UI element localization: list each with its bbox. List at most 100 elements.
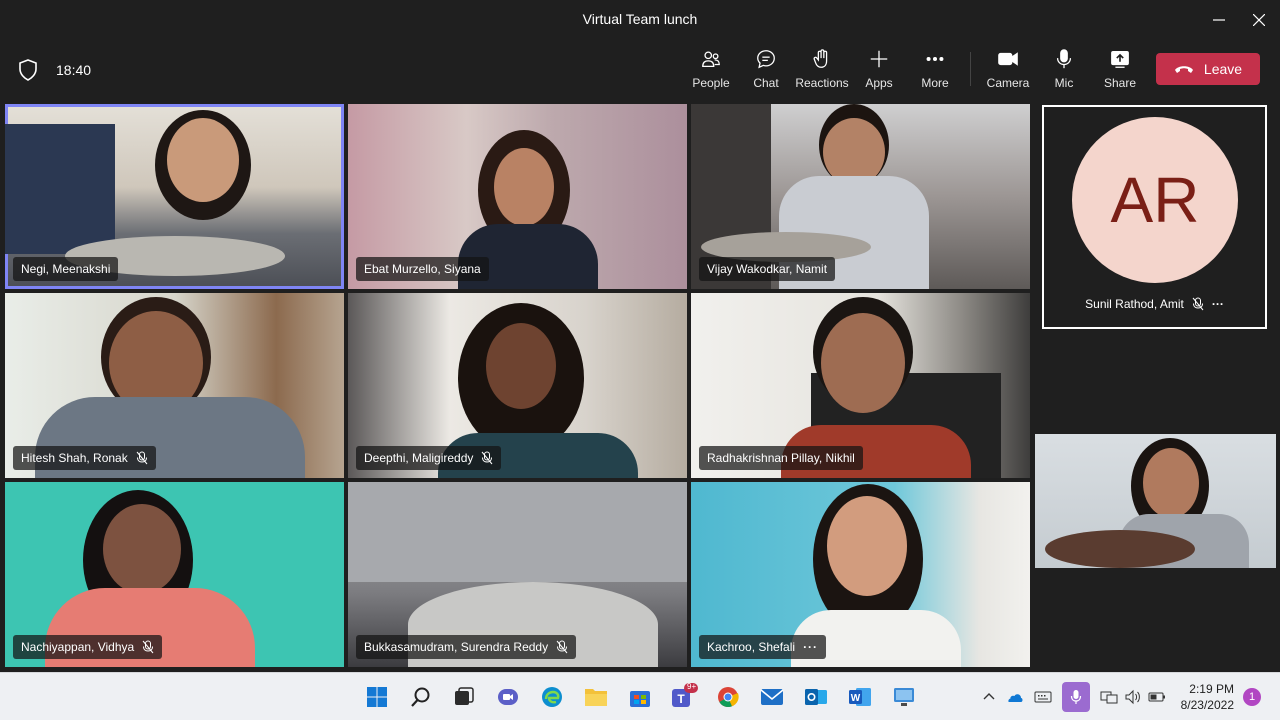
microphone-icon [1070,690,1082,704]
windows-start-icon [367,687,387,707]
participant-name: Bukkasamudram, Surendra Reddy [364,640,549,654]
plus-icon [870,50,888,68]
participant-name: Negi, Meenakshi [21,262,111,276]
food-plate [1045,530,1195,568]
teams-meeting-window: Virtual Team lunch 18:40 People Chat Rea… [0,0,1280,720]
more-button[interactable]: More [905,48,965,96]
participant-name: Radhakrishnan Pillay, Nikhil [707,451,855,465]
video-face [821,313,905,413]
hang-up-icon [1174,66,1193,73]
search-button[interactable] [407,683,435,711]
participant-name-pill: Nachiyappan, Vidhya [13,635,163,659]
mic-in-use-indicator[interactable] [1062,682,1090,712]
video-face [494,148,554,226]
video-tile[interactable]: Ebat Murzello, Siyana [348,104,687,289]
participant-name-pill: Kachroo, Shefali ··· [699,635,827,659]
share-screen-icon [1111,51,1129,68]
people-button[interactable]: People [681,48,741,96]
apps-button[interactable]: Apps [849,48,909,96]
folder-icon [585,689,607,706]
people-icon [702,51,720,67]
reactions-button[interactable]: Reactions [792,48,852,96]
reactions-label: Reactions [795,76,849,90]
participant-name: Deepthi, Maligireddy [364,451,474,465]
video-tile[interactable]: Bukkasamudram, Surendra Reddy [348,482,687,667]
avatar-participant-tile[interactable]: AR Sunil Rathod, Amit ··· [1042,105,1267,329]
video-face [486,323,556,409]
svg-text:W: W [851,693,861,704]
participant-name-pill: Hitesh Shah, Ronak [13,446,156,470]
video-face [167,118,239,202]
microphone-icon [1056,49,1072,69]
word-icon: W [849,688,871,706]
self-view-video[interactable] [1035,434,1276,568]
video-background [5,124,115,254]
battery-icon[interactable] [1148,690,1166,704]
taskbar-clock[interactable]: 2:19 PM 8/23/2022 [1172,681,1234,713]
mail-app[interactable] [758,683,786,711]
keyboard-icon[interactable] [1034,690,1052,704]
participant-name-pill: Deepthi, Maligireddy [356,446,502,470]
video-tile[interactable]: Kachroo, Shefali ··· [691,482,1030,667]
chrome-icon [718,687,739,708]
camera-button[interactable]: Camera [978,48,1038,96]
raise-hand-icon [813,49,828,68]
task-view-button[interactable] [450,683,478,711]
word-app[interactable]: W [846,683,874,711]
window-title: Virtual Team lunch [582,11,698,27]
chat-label: Chat [753,76,779,90]
video-tile[interactable]: Vijay Wakodkar, Namit [691,104,1030,289]
teams-chat-app[interactable] [494,683,522,711]
video-tile[interactable]: Negi, Meenakshi [5,104,344,289]
video-face [1143,448,1199,518]
participant-name: Kachroo, Shefali [707,640,796,654]
title-bar: Virtual Team lunch [0,0,1280,40]
microsoft-store-app[interactable] [626,683,654,711]
teams-app[interactable]: T 9+ [670,682,698,711]
volume-icon[interactable] [1124,689,1142,705]
store-icon [630,691,650,707]
participant-name: Vijay Wakodkar, Namit [707,262,828,276]
muted-mic-icon [142,640,154,654]
leave-button[interactable]: Leave [1156,53,1260,85]
video-tile[interactable]: Radhakrishnan Pillay, Nikhil [691,293,1030,478]
file-explorer-app[interactable] [582,683,610,711]
muted-mic-icon [556,640,568,654]
monitor-icon [894,688,914,706]
notification-count-badge[interactable]: 1 [1243,688,1261,706]
apps-label: Apps [865,76,893,90]
chat-button[interactable]: Chat [736,48,796,96]
start-button[interactable] [363,683,391,711]
windows-taskbar: T 9+ W 2:19 PM 8/23/2022 1 [0,672,1280,720]
edge-browser-app[interactable] [538,683,566,711]
mic-label: Mic [1054,76,1074,90]
notification-badge: 9+ [687,682,697,691]
participant-name-pill: Ebat Murzello, Siyana [356,257,489,281]
video-tile[interactable]: Nachiyappan, Vidhya [5,482,344,667]
chevron-up-icon[interactable] [982,690,996,704]
video-tile[interactable]: Deepthi, Maligireddy [348,293,687,478]
participant-name: Nachiyappan, Vidhya [21,640,135,654]
participant-more-options[interactable]: ··· [1212,297,1224,311]
participant-name: Hitesh Shah, Ronak [21,451,128,465]
svg-text:T: T [677,692,685,706]
video-chat-icon [498,689,518,705]
mic-button[interactable]: Mic [1034,48,1094,96]
participant-more-options[interactable]: ··· [803,640,818,654]
remote-desktop-app[interactable] [890,683,918,711]
outlook-app[interactable] [802,683,830,711]
close-icon [1253,14,1265,26]
leave-label: Leave [1203,61,1243,77]
video-tile[interactable]: Hitesh Shah, Ronak [5,293,344,478]
clock-date: 8/23/2022 [1180,698,1234,712]
mail-icon [760,689,784,705]
onedrive-icon[interactable] [1006,689,1024,705]
muted-mic-icon [1192,297,1204,311]
network-icon[interactable] [1100,689,1118,705]
task-view-icon [455,687,474,705]
close-button[interactable] [1236,0,1280,40]
meeting-toolbar: 18:40 People Chat Reactions Apps More Ca… [0,40,1280,100]
edge-icon [542,687,562,707]
chrome-app[interactable] [714,683,742,711]
share-button[interactable]: Share [1090,48,1150,96]
